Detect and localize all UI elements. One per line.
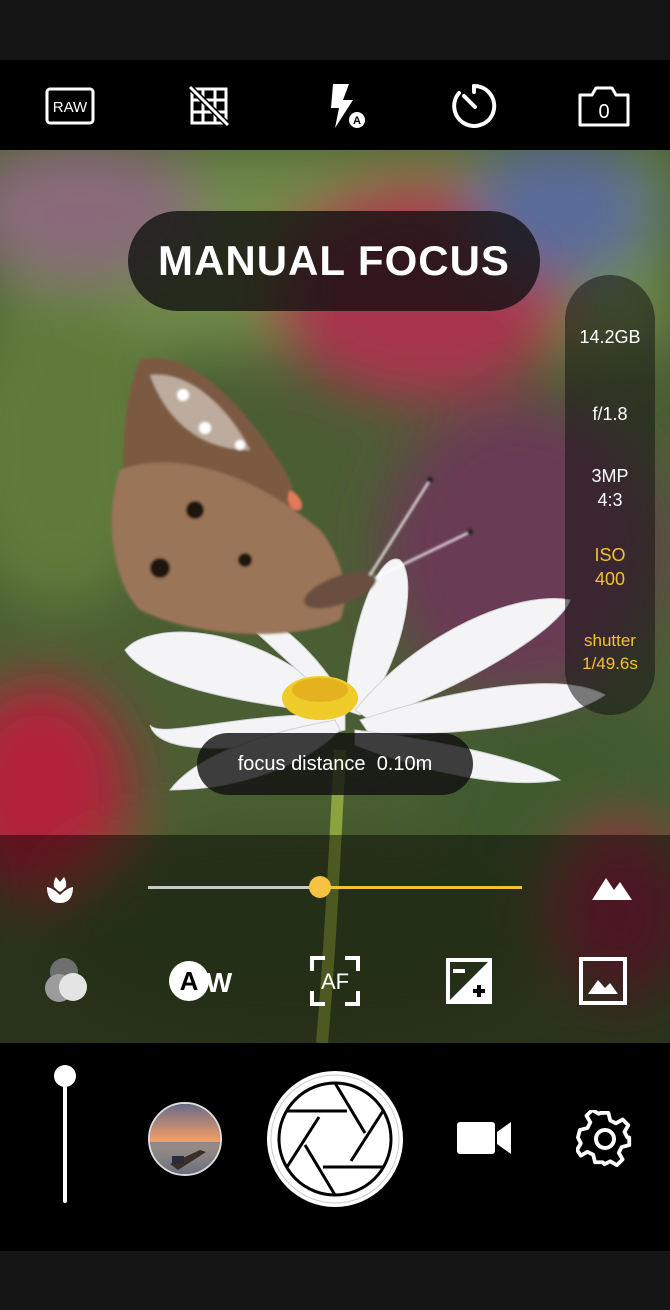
- macro-flower-icon: [47, 877, 73, 903]
- settings-icon: [576, 1110, 632, 1168]
- awb-suffix: W: [206, 967, 233, 998]
- camera-app: RAW A 0 MANUAL FOCUS 14.2GB f/1.8 3MP 4:…: [0, 0, 670, 1310]
- flash-auto-icon: A: [331, 84, 365, 128]
- zoom-slider[interactable]: [63, 1075, 67, 1203]
- focus-distance-badge: focus distance 0.10m: [197, 733, 473, 795]
- switch-camera-icon: 0: [578, 86, 630, 127]
- shutter-value[interactable]: 1/49.6s: [565, 652, 655, 676]
- camera-switch-label: 0: [598, 101, 609, 123]
- macro-focus-button[interactable]: [40, 870, 80, 910]
- shutter-label[interactable]: shutter: [565, 629, 655, 653]
- raw-icon: RAW: [45, 87, 95, 125]
- af-label: AF: [321, 969, 349, 994]
- storage-readout: 14.2GB: [579, 327, 641, 347]
- filter-button[interactable]: [40, 955, 96, 1007]
- system-nav-bar: [0, 1251, 670, 1310]
- mountain-icon: [592, 878, 632, 900]
- shutter-icon: [270, 1074, 400, 1204]
- switch-camera-button[interactable]: 0: [576, 78, 632, 134]
- aspect-ratio-readout[interactable]: 4:3: [565, 488, 655, 512]
- top-toolbar: RAW A 0: [0, 60, 670, 150]
- flash-mode-button[interactable]: A: [315, 78, 371, 134]
- af-icon: AF: [310, 956, 360, 1006]
- awb-icon: A W: [169, 961, 233, 1001]
- gallery-button[interactable]: [576, 955, 630, 1007]
- status-bar: [0, 0, 670, 60]
- timer-button[interactable]: [446, 78, 502, 134]
- autofocus-button[interactable]: AF: [308, 954, 362, 1008]
- grid-toggle-button[interactable]: [181, 78, 237, 134]
- focus-distance-label: focus distance: [237, 752, 366, 775]
- timer-icon: [452, 83, 497, 128]
- video-mode-button[interactable]: [454, 1115, 514, 1161]
- exposure-icon: [446, 958, 492, 1004]
- infinity-focus-button[interactable]: [588, 866, 636, 906]
- aperture-readout: f/1.8: [592, 404, 628, 424]
- focus-distance-value: 0.10m: [376, 752, 433, 775]
- focus-slider[interactable]: [148, 876, 522, 898]
- focus-slider-fill: [320, 886, 522, 889]
- focus-slider-thumb[interactable]: [309, 876, 332, 898]
- raw-toggle-button[interactable]: RAW: [42, 78, 98, 134]
- iso-label[interactable]: ISO: [565, 543, 655, 567]
- resolution-readout[interactable]: 3MP: [565, 464, 655, 488]
- exposure-button[interactable]: [443, 955, 495, 1007]
- video-icon: [457, 1122, 511, 1154]
- raw-label: RAW: [53, 99, 88, 116]
- flash-mode-letter: A: [353, 115, 361, 127]
- manual-controls-panel: [0, 835, 670, 1043]
- grid-off-icon: [187, 84, 231, 128]
- zoom-slider-knob[interactable]: [54, 1065, 76, 1087]
- filter-icon: [45, 958, 87, 1002]
- shutter-button[interactable]: [267, 1071, 403, 1207]
- white-balance-button[interactable]: A W: [166, 954, 236, 1006]
- mode-label: MANUAL FOCUS: [128, 211, 540, 311]
- settings-button[interactable]: [574, 1108, 636, 1170]
- awb-letter: A: [180, 966, 199, 996]
- gallery-icon: [579, 957, 627, 1005]
- iso-value[interactable]: 400: [565, 567, 655, 591]
- info-panel: 14.2GB f/1.8 3MP 4:3 ISO 400 shutter 1/4…: [565, 275, 655, 715]
- last-photo-thumbnail[interactable]: [148, 1102, 222, 1176]
